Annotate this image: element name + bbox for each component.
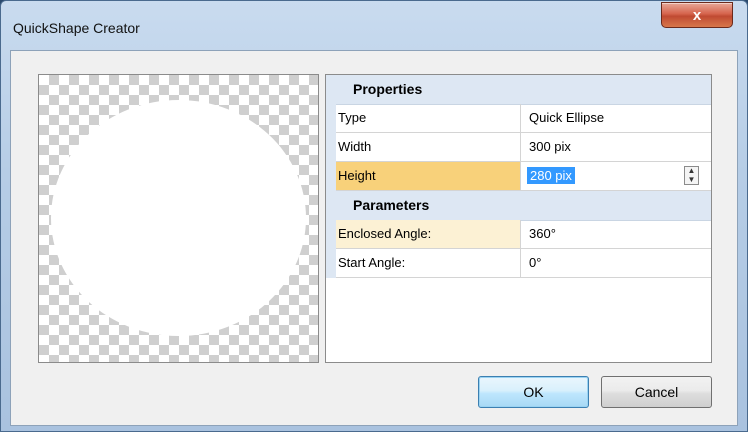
property-name-cell: Start Angle: (336, 249, 521, 278)
category-parameters[interactable]: Parameters (326, 191, 711, 221)
property-value: Quick Ellipse (529, 110, 605, 125)
row-gutter (326, 220, 336, 249)
property-value-cell[interactable]: 300 pix (521, 133, 711, 162)
property-value-cell[interactable]: Quick Ellipse (521, 104, 711, 133)
row-gutter (326, 133, 336, 162)
property-value: 0° (529, 255, 542, 270)
property-name-cell: Height (336, 162, 521, 191)
category-properties[interactable]: Properties (326, 75, 711, 105)
property-name: Type (338, 110, 367, 125)
row-gutter (326, 104, 336, 133)
height-value-editor[interactable]: 280 pix ▲ ▼ (521, 162, 711, 191)
row-gutter (326, 249, 336, 278)
close-icon: x (692, 6, 702, 24)
dialog-window: QuickShape Creator x Properties Type Qui… (0, 0, 748, 432)
property-name-cell: Width (336, 133, 521, 162)
category-label: Parameters (353, 197, 430, 213)
category-label: Properties (353, 81, 423, 97)
property-value-cell[interactable]: 360° (521, 220, 711, 249)
ok-button[interactable]: OK (478, 376, 589, 408)
height-spinner[interactable]: ▲ ▼ (684, 166, 699, 185)
property-row-width[interactable]: Width 300 pix (326, 133, 711, 162)
preview-ellipse (51, 100, 306, 336)
property-name-cell: Enclosed Angle: (336, 220, 521, 249)
property-row-enclosed-angle[interactable]: Enclosed Angle: 360° (326, 220, 711, 249)
property-row-height[interactable]: Height 280 pix ▲ ▼ (326, 162, 711, 191)
title-bar[interactable]: QuickShape Creator (1, 1, 747, 51)
dialog-client-area: Properties Type Quick Ellipse Width 300 … (10, 50, 738, 426)
property-name: Enclosed Angle: (338, 226, 432, 241)
property-row-start-angle[interactable]: Start Angle: 0° (326, 249, 711, 278)
close-button[interactable]: x (661, 2, 733, 28)
property-name: Width (338, 139, 372, 154)
row-gutter (326, 162, 336, 191)
property-name: Start Angle: (338, 255, 406, 270)
property-name: Height (338, 168, 376, 183)
property-value: 360° (529, 226, 556, 241)
window-title: QuickShape Creator (13, 20, 140, 36)
property-value: 300 pix (529, 139, 571, 154)
property-grid: Properties Type Quick Ellipse Width 300 … (325, 74, 712, 363)
property-value-cell[interactable]: 0° (521, 249, 711, 278)
spin-down-icon[interactable]: ▼ (685, 176, 698, 185)
shape-preview (38, 74, 319, 363)
property-name-cell: Type (336, 104, 521, 133)
cancel-button[interactable]: Cancel (601, 376, 712, 408)
height-value-input[interactable]: 280 pix (527, 167, 575, 184)
property-row-type[interactable]: Type Quick Ellipse (326, 104, 711, 133)
